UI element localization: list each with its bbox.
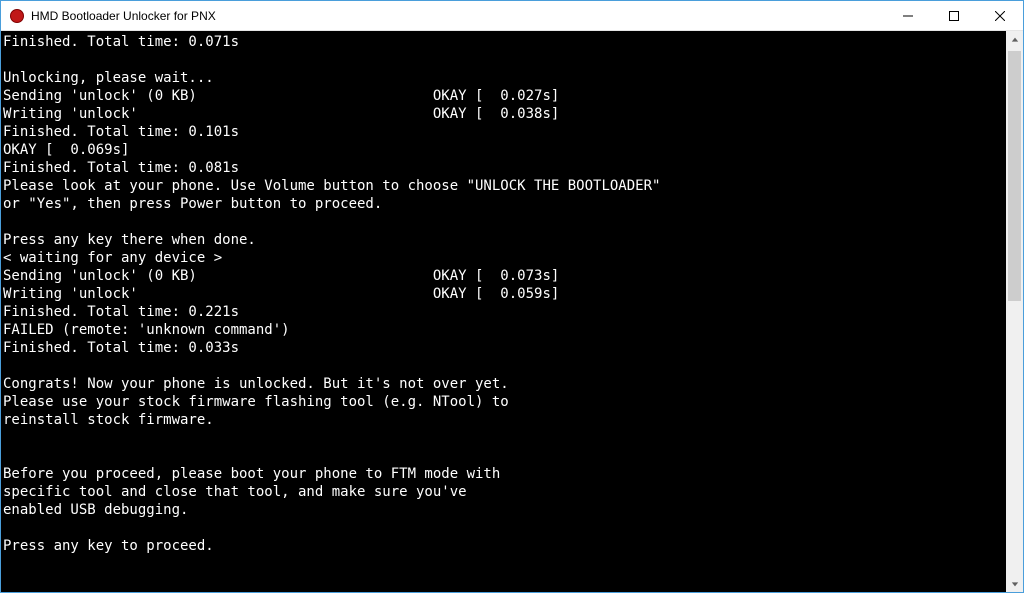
scroll-up-arrow-icon[interactable] bbox=[1006, 31, 1023, 48]
app-icon bbox=[9, 8, 25, 24]
window-controls bbox=[885, 1, 1023, 30]
app-window: HMD Bootloader Unlocker for PNX Finished… bbox=[0, 0, 1024, 593]
minimize-button[interactable] bbox=[885, 1, 931, 30]
console-area: Finished. Total time: 0.071s Unlocking, … bbox=[1, 31, 1023, 592]
vertical-scrollbar[interactable] bbox=[1006, 31, 1023, 592]
console-output[interactable]: Finished. Total time: 0.071s Unlocking, … bbox=[1, 31, 1006, 592]
scroll-down-arrow-icon[interactable] bbox=[1006, 575, 1023, 592]
maximize-button[interactable] bbox=[931, 1, 977, 30]
window-title: HMD Bootloader Unlocker for PNX bbox=[31, 9, 885, 23]
close-button[interactable] bbox=[977, 1, 1023, 30]
titlebar[interactable]: HMD Bootloader Unlocker for PNX bbox=[1, 1, 1023, 31]
scroll-thumb[interactable] bbox=[1008, 51, 1021, 301]
